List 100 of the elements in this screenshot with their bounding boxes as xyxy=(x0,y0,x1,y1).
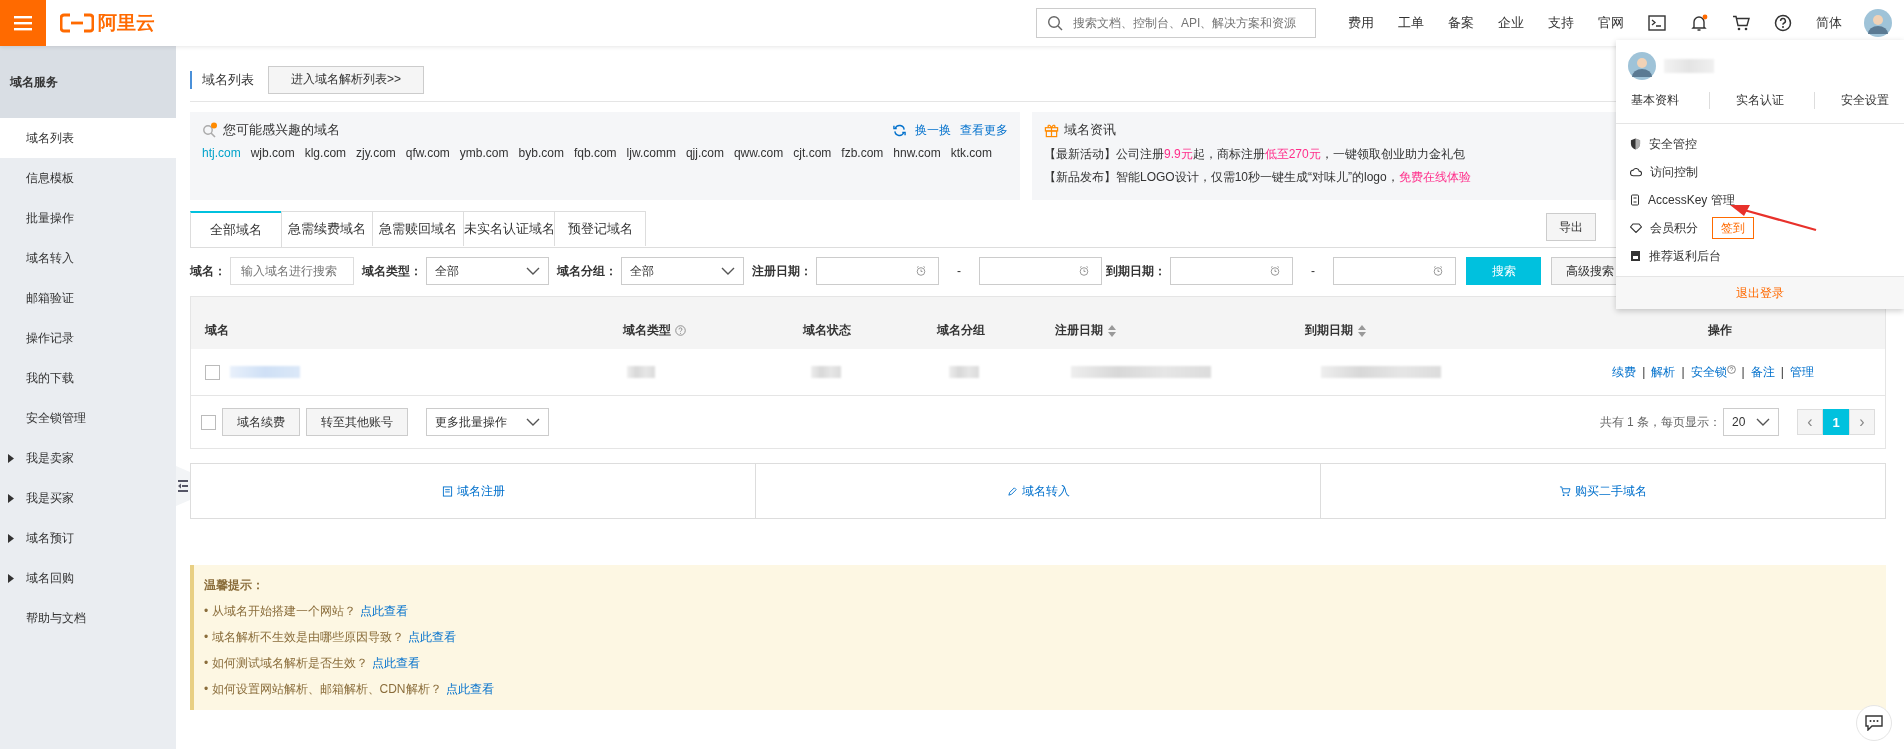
refresh-icon[interactable] xyxy=(893,123,906,137)
tab[interactable]: 全部域名 xyxy=(190,211,282,247)
cart-icon[interactable] xyxy=(1732,15,1750,31)
tip-link[interactable]: 点此查看 xyxy=(407,629,456,646)
link-separator: | xyxy=(1780,365,1784,379)
menu-button[interactable] xyxy=(0,0,46,46)
news-text: 【最新活动】公司注册9.9元起，商标注册低至270元，一键领取创业助力金礼包 xyxy=(1044,146,1465,163)
tips-title: 温馨提示： xyxy=(204,577,265,594)
bell-icon[interactable] xyxy=(1690,14,1708,32)
tip-text: • 从域名开始搭建一个网站？ xyxy=(204,603,356,620)
domain-link[interactable]: qww.com xyxy=(733,146,784,160)
sidebar-item[interactable]: 安全锁管理 xyxy=(0,398,176,438)
sidebar-item[interactable]: 操作记录 xyxy=(0,318,176,358)
news-text: 【新品发布】智能LOGO设计，仅需10秒一键生成“对味儿”的logo，免费在线体验 xyxy=(1044,169,1471,186)
domain-link[interactable]: klg.com xyxy=(304,146,347,160)
quick-link[interactable]: 域名注册 xyxy=(191,464,755,518)
domain-link[interactable]: byb.com xyxy=(518,146,564,160)
action-link[interactable]: 续费 xyxy=(1612,363,1637,381)
shield-icon xyxy=(1630,138,1641,150)
sidebar-item[interactable]: 批量操作 xyxy=(0,198,176,238)
domain-link[interactable]: wjb.com xyxy=(250,146,295,160)
profile-link[interactable]: 安全设置 xyxy=(1814,92,1889,109)
export-button[interactable]: 导出 xyxy=(1546,213,1596,241)
domain-link[interactable]: ktk.com xyxy=(950,146,993,160)
tip-link[interactable]: 点此查看 xyxy=(371,655,420,672)
pencil-icon xyxy=(1006,485,1018,497)
nav-link[interactable]: 工单 xyxy=(1398,14,1424,32)
chat-button[interactable] xyxy=(1856,705,1892,741)
nav-link[interactable]: 企业 xyxy=(1498,14,1524,32)
nav-link[interactable]: 费用 xyxy=(1348,14,1374,32)
domain-link[interactable]: cjt.com xyxy=(793,146,832,160)
collapse-icon xyxy=(178,479,188,493)
date-field[interactable] xyxy=(816,257,939,285)
tip-link[interactable]: 点此查看 xyxy=(445,681,494,698)
action-link[interactable]: 安全锁 xyxy=(1690,363,1727,381)
action-link[interactable]: 解析 xyxy=(1651,363,1676,381)
sidebar-item[interactable]: 域名列表 xyxy=(0,118,176,158)
tip-text: • 如何设置网站解析、邮箱解析、CDN解析？ xyxy=(204,681,442,698)
date-field[interactable] xyxy=(1333,257,1456,285)
terminal-icon[interactable] xyxy=(1648,15,1666,31)
action-link[interactable]: 备注 xyxy=(1750,363,1775,381)
domain-link[interactable]: fzb.com xyxy=(841,146,884,160)
quick-link[interactable]: 购买二手域名 xyxy=(1320,464,1885,518)
menu-item[interactable]: 安全管控 xyxy=(1649,135,1697,153)
collapse-handle[interactable] xyxy=(176,466,190,506)
sidebar-item[interactable]: 我是卖家 xyxy=(0,438,176,478)
more-link[interactable]: 查看更多 xyxy=(960,121,1008,139)
refresh-link[interactable]: 换一换 xyxy=(915,121,951,139)
sidebar-item[interactable]: 我是买家 xyxy=(0,478,176,518)
domain-link[interactable]: ymb.com xyxy=(459,146,509,160)
date-field[interactable] xyxy=(1170,257,1293,285)
panel-title: 您可能感兴趣的域名 xyxy=(223,121,340,139)
sidebar-item[interactable]: 帮助与文档 xyxy=(0,598,176,638)
nav-link[interactable]: 支持 xyxy=(1548,14,1574,32)
sidebar-item[interactable]: 信息模板 xyxy=(0,158,176,198)
domain-link[interactable]: qfw.com xyxy=(405,146,450,160)
redacted-block xyxy=(949,366,979,378)
domain-link[interactable]: ljw.comm xyxy=(626,146,676,160)
date-field[interactable] xyxy=(979,257,1102,285)
action-link[interactable]: 管理 xyxy=(1789,363,1814,381)
menu-item[interactable]: 推荐返利后台 xyxy=(1649,247,1721,265)
domain-search-field[interactable]: 输入域名进行搜索 xyxy=(230,257,354,285)
profile-link[interactable]: 基本资料 xyxy=(1631,92,1679,109)
type-select[interactable]: 全部 xyxy=(426,257,549,285)
filter-label: 注册日期： xyxy=(752,262,812,280)
tab[interactable]: 预登记域名 xyxy=(554,211,646,246)
domain-link[interactable]: fqb.com xyxy=(573,146,617,160)
batch-button[interactable]: 域名续费 xyxy=(222,408,300,436)
sidebar-item[interactable]: 域名转入 xyxy=(0,238,176,278)
domain-link[interactable]: zjy.com xyxy=(356,146,396,160)
sort-icon[interactable] xyxy=(1107,323,1117,338)
menu-item[interactable]: AccessKey 管理 xyxy=(1648,191,1735,209)
group-select[interactable]: 全部 xyxy=(621,257,744,285)
domain-link[interactable]: qjj.com xyxy=(685,146,724,160)
parse-list-button[interactable]: 进入域名解析列表>> xyxy=(268,65,424,94)
caret-icon xyxy=(8,453,14,463)
search-field[interactable]: 搜索文档、控制台、API、解决方案和资源 xyxy=(1036,8,1316,38)
menu-item[interactable]: 访问控制 xyxy=(1650,163,1698,181)
menu-item[interactable]: 会员积分 xyxy=(1650,219,1698,237)
nav-link[interactable]: 官网 xyxy=(1598,14,1624,32)
domain-link[interactable]: hnw.com xyxy=(893,146,941,160)
batch-button[interactable]: 转至其他账号 xyxy=(306,408,408,436)
tip-link[interactable]: 点此查看 xyxy=(359,603,408,620)
page-size-select[interactable]: 20 xyxy=(1723,408,1779,436)
sort-icon[interactable] xyxy=(1357,323,1367,338)
quick-link[interactable]: 域名转入 xyxy=(755,464,1320,518)
column-header: 域名分组 xyxy=(937,322,985,339)
select-all-checkbox[interactable] xyxy=(201,414,216,430)
profile-link[interactable]: 实名认证 xyxy=(1709,92,1784,109)
nav-link[interactable]: 备案 xyxy=(1448,14,1474,32)
help-icon[interactable] xyxy=(1774,14,1792,32)
row-checkbox[interactable] xyxy=(205,364,220,380)
search-icon xyxy=(1047,15,1063,31)
sidebar-item[interactable]: 域名回购 xyxy=(0,558,176,598)
sidebar-item[interactable]: 我的下载 xyxy=(0,358,176,398)
batch-select[interactable]: 更多批量操作 xyxy=(426,408,549,436)
avatar-icon[interactable] xyxy=(1864,9,1892,37)
sidebar-item[interactable]: 邮箱验证 xyxy=(0,278,176,318)
language-link[interactable]: 简体 xyxy=(1816,14,1842,32)
sidebar-item[interactable]: 域名预订 xyxy=(0,518,176,558)
